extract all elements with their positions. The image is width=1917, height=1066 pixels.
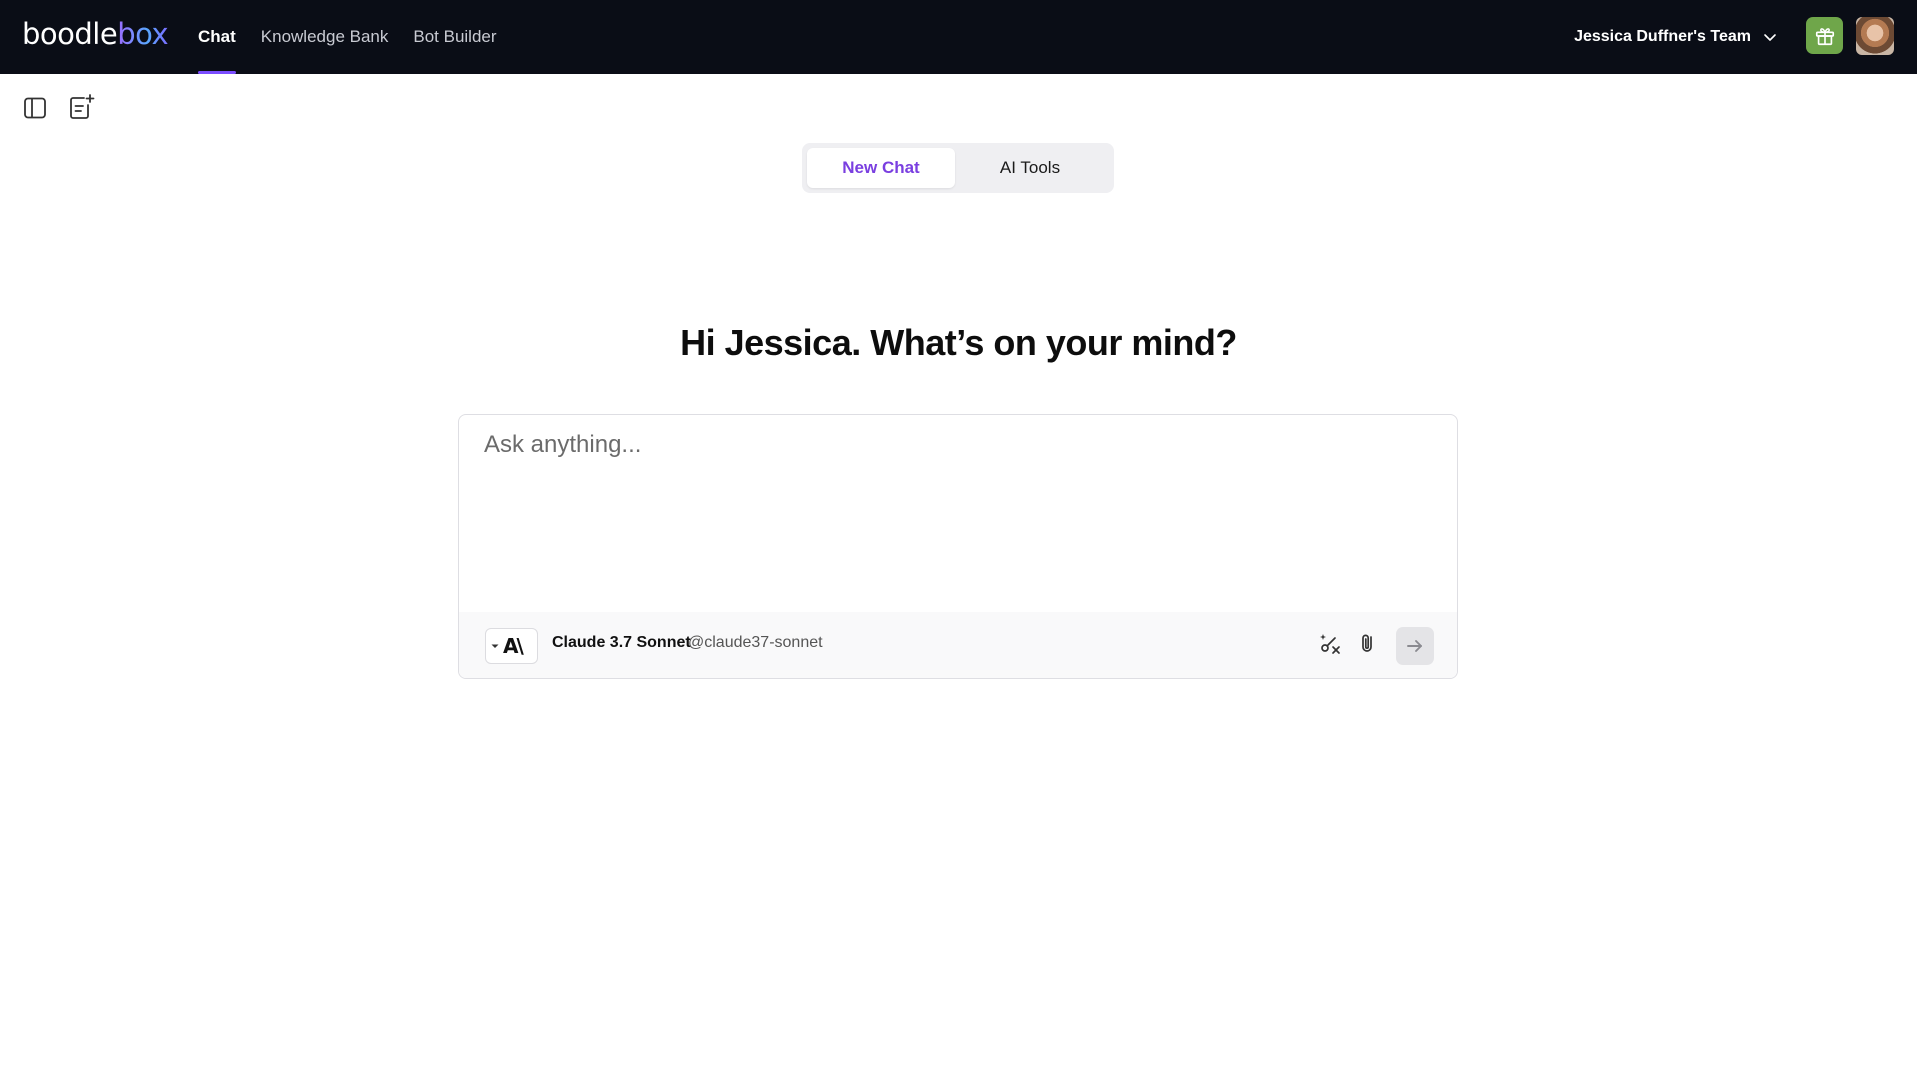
send-arrow-icon bbox=[1407, 640, 1422, 652]
nav-item-chat[interactable]: Chat bbox=[198, 0, 236, 74]
model-name: Claude 3.7 Sonnet bbox=[552, 634, 691, 651]
user-avatar[interactable] bbox=[1856, 17, 1894, 55]
nav-item-label: Knowledge Bank bbox=[260, 27, 389, 46]
tab-label: New Chat bbox=[842, 158, 920, 177]
nav-item-label: Bot Builder bbox=[413, 27, 497, 46]
nav-item-knowledge-bank[interactable]: Knowledge Bank bbox=[261, 0, 389, 74]
team-switcher[interactable]: Jessica Duffner's Team bbox=[1574, 0, 1777, 74]
tab-new-chat[interactable]: New Chat bbox=[807, 148, 955, 188]
model-handle: @claude37-sonnet bbox=[688, 634, 823, 651]
nav-item-label: Chat bbox=[198, 27, 236, 46]
logo-text-prefix: boodle bbox=[22, 17, 118, 51]
model-picker-button[interactable]: A\ bbox=[485, 628, 538, 664]
logo-text-suffix: box bbox=[117, 17, 169, 51]
greeting-heading: Hi Jessica. What’s on your mind? bbox=[680, 322, 1237, 363]
team-label: Jessica Duffner's Team bbox=[1574, 28, 1751, 45]
tab-ai-tools[interactable]: AI Tools bbox=[955, 148, 1105, 188]
sidebar-toggle-icon[interactable] bbox=[22, 95, 48, 121]
paperclip-icon[interactable] bbox=[1355, 630, 1381, 656]
chat-input[interactable] bbox=[459, 415, 1457, 613]
anthropic-logo-icon: A\ bbox=[503, 634, 524, 658]
gift-button[interactable] bbox=[1806, 17, 1843, 54]
top-navbar: boodle box Chat Knowledge Bank Bot Builde… bbox=[0, 0, 1917, 74]
gift-icon bbox=[1815, 27, 1834, 45]
tab-label: AI Tools bbox=[999, 158, 1061, 177]
send-button[interactable] bbox=[1396, 627, 1434, 665]
new-note-icon[interactable] bbox=[67, 93, 95, 121]
nav-item-bot-builder[interactable]: Bot Builder bbox=[413, 0, 496, 74]
composer-footer: A\ Claude 3.7 Sonnet @claude37-sonnet bbox=[459, 612, 1457, 678]
chevron-down-icon bbox=[1764, 34, 1776, 41]
caret-down-icon bbox=[491, 644, 499, 648]
boodlebox-logo[interactable]: boodle box bbox=[22, 14, 169, 54]
chat-mode-tabs: New Chat AI Tools bbox=[802, 143, 1114, 193]
main-nav: Chat Knowledge Bank Bot Builder bbox=[198, 0, 522, 74]
prompt-tools-icon[interactable] bbox=[1317, 630, 1343, 656]
chat-composer: A\ Claude 3.7 Sonnet @claude37-sonnet bbox=[458, 414, 1458, 679]
